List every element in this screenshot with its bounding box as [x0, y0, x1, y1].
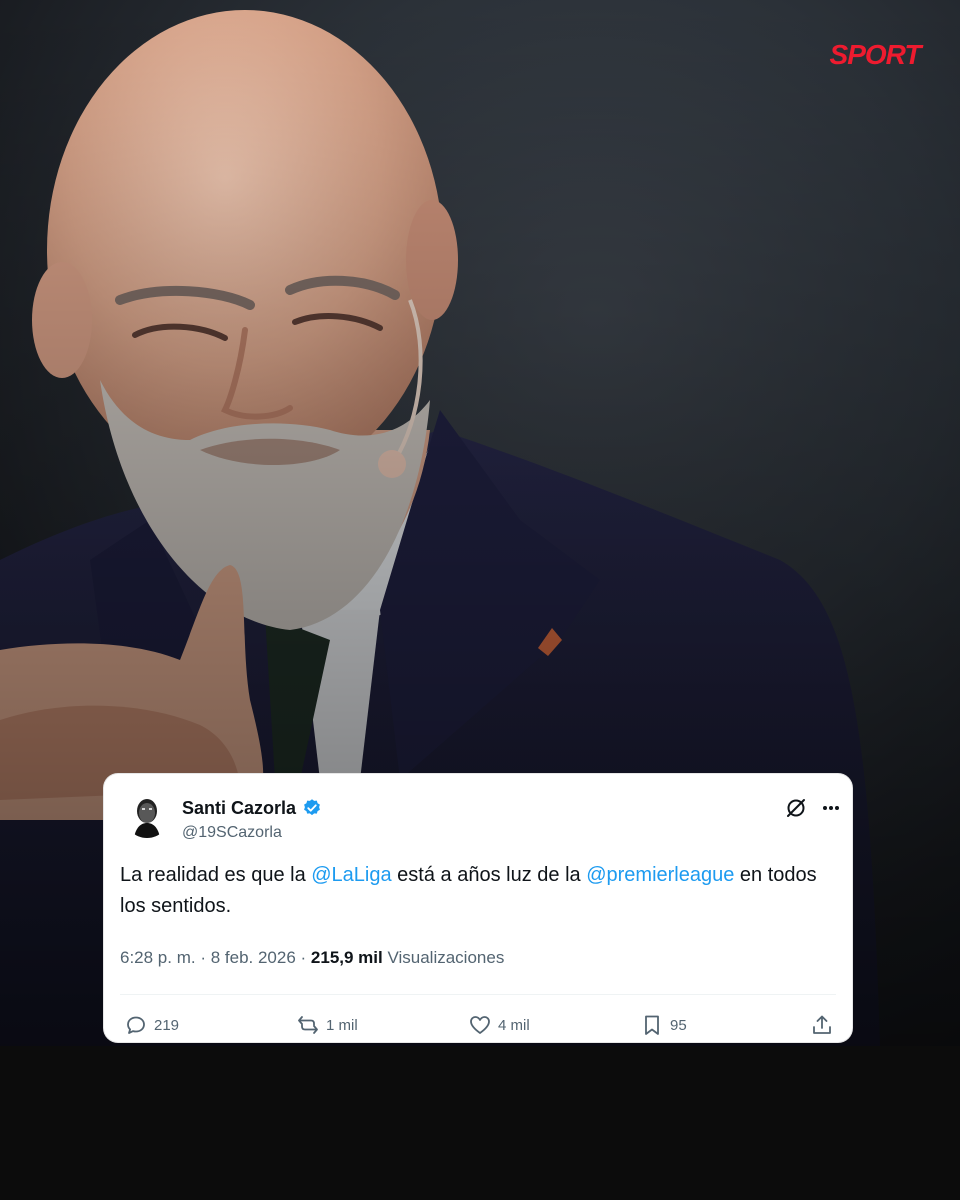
- tweet-card[interactable]: Santi Cazorla @19SCazorla La realidad es…: [104, 774, 852, 1042]
- repost-count: 1 mil: [326, 1016, 358, 1034]
- share-button[interactable]: [810, 1012, 834, 1038]
- tweet-meta: 6:28 p. m. · 8 feb. 2026 · 215,9 mil Vis…: [120, 946, 504, 970]
- bookmark-count: 95: [670, 1016, 687, 1034]
- post-image: SPORT Santi Cazorla @19SCazorla La reali…: [0, 0, 960, 1200]
- share-icon: [813, 1015, 831, 1034]
- views-count: 215,9 mil: [310, 948, 383, 967]
- heart-icon: [470, 1016, 490, 1034]
- tweet-date[interactable]: 8 feb. 2026: [211, 948, 296, 967]
- bookmark-icon: [645, 1015, 659, 1035]
- reply-count: 219: [154, 1016, 180, 1034]
- bookmark-button[interactable]: 95: [640, 1012, 687, 1038]
- tweet-text: La realidad es que la @LaLiga está a año…: [120, 860, 830, 922]
- reply-icon: [127, 1016, 145, 1034]
- reply-button[interactable]: 219: [124, 1012, 179, 1038]
- avatar[interactable]: [124, 792, 170, 838]
- meta-separator: ·: [195, 948, 211, 967]
- author-handle[interactable]: @19SCazorla: [182, 822, 282, 844]
- author-name-row[interactable]: Santi Cazorla: [182, 796, 322, 820]
- avatar-portrait-icon: [124, 792, 170, 838]
- mention-laliga-link[interactable]: @LaLiga: [311, 864, 391, 886]
- verified-badge-icon: [302, 798, 322, 818]
- like-button[interactable]: 4 mil: [468, 1012, 530, 1038]
- tweet-time[interactable]: 6:28 p. m.: [120, 948, 196, 967]
- meta-separator: ·: [295, 948, 311, 967]
- grok-icon[interactable]: [784, 796, 808, 820]
- mention-premierleague-link[interactable]: @premierleague: [586, 864, 734, 886]
- more-icon[interactable]: [820, 796, 842, 820]
- divider: [120, 994, 836, 995]
- tweet-text-part: está a años luz de la: [391, 864, 587, 886]
- views-label: Visualizaciones: [382, 948, 505, 967]
- tweet-text-part: La realidad es que la: [120, 864, 312, 886]
- sport-logo: SPORT: [829, 39, 922, 70]
- author-name[interactable]: Santi Cazorla: [182, 796, 296, 820]
- repost-button[interactable]: 1 mil: [296, 1012, 358, 1038]
- like-count: 4 mil: [498, 1016, 530, 1034]
- repost-icon: [298, 1016, 318, 1034]
